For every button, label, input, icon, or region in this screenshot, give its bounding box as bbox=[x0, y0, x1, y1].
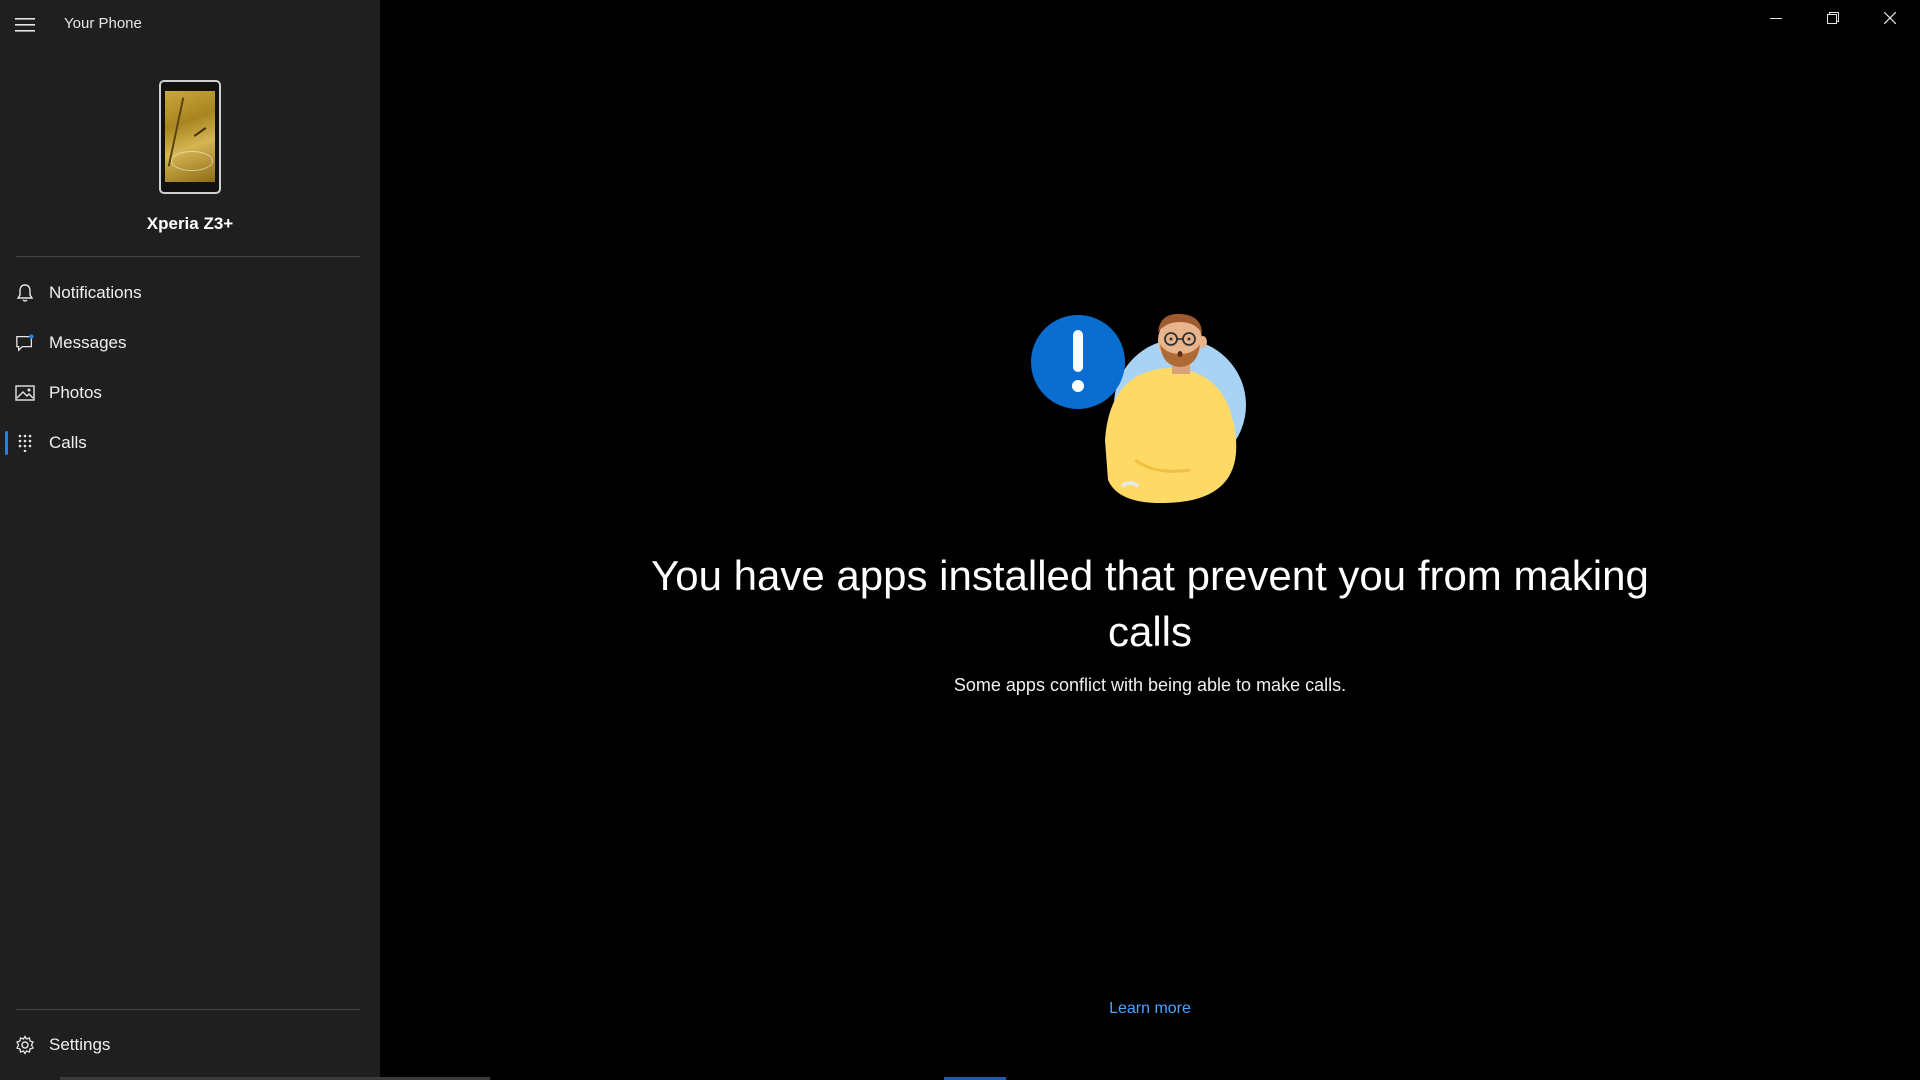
dialpad-icon bbox=[15, 433, 35, 453]
bell-icon bbox=[15, 283, 35, 303]
close-button[interactable] bbox=[1862, 0, 1918, 40]
warning-illustration bbox=[1030, 310, 1270, 510]
minimize-icon bbox=[1770, 11, 1782, 29]
close-icon bbox=[1883, 11, 1897, 29]
minimize-button[interactable] bbox=[1748, 0, 1804, 40]
sidebar-item-calls[interactable]: Calls bbox=[0, 420, 380, 466]
sidebar-item-label: Photos bbox=[49, 383, 102, 402]
sidebar-item-photos[interactable]: Photos bbox=[0, 370, 380, 416]
app-title: Your Phone bbox=[64, 15, 142, 32]
your-phone-window: Your Phone Xperia Z3+ Notifications Mess… bbox=[0, 0, 1920, 1080]
active-indicator bbox=[5, 431, 8, 455]
message-icon bbox=[15, 333, 35, 353]
sidebar-item-notifications[interactable]: Notifications bbox=[0, 270, 380, 316]
sidebar-item-label: Notifications bbox=[49, 283, 142, 302]
learn-more-link[interactable]: Learn more bbox=[1050, 1000, 1250, 1018]
sidebar-item-settings[interactable]: Settings bbox=[0, 1022, 380, 1068]
phone-name: Xperia Z3+ bbox=[146, 214, 234, 233]
phone-thumbnail[interactable] bbox=[159, 80, 221, 194]
restore-button[interactable] bbox=[1805, 0, 1861, 40]
phone-wallpaper bbox=[165, 91, 215, 182]
menu-icon[interactable] bbox=[8, 10, 42, 40]
sidebar-item-label: Calls bbox=[49, 433, 87, 452]
page-subtitle: Some apps conflict with being able to ma… bbox=[953, 675, 1347, 695]
sidebar-divider bbox=[16, 1009, 360, 1010]
sidebar-divider bbox=[16, 256, 360, 257]
photos-icon bbox=[15, 383, 35, 403]
sidebar-item-label: Messages bbox=[49, 333, 127, 352]
settings-label: Settings bbox=[49, 1035, 111, 1054]
page-title: You have apps installed that prevent you… bbox=[651, 552, 1649, 655]
sidebar-item-messages[interactable]: Messages bbox=[0, 320, 380, 366]
restore-icon bbox=[1827, 11, 1839, 29]
gear-icon bbox=[15, 1035, 35, 1055]
sidebar: Your Phone Xperia Z3+ Notifications Mess… bbox=[0, 0, 380, 1080]
